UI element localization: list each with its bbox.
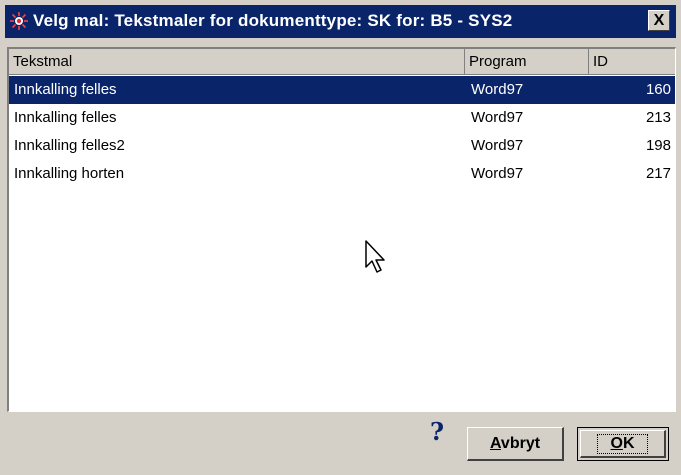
ok-button[interactable]: OK [577,427,669,461]
list-row[interactable]: Innkalling horten Word97 217 [9,160,675,188]
column-header-id[interactable]: ID [589,49,676,74]
template-select-dialog: Velg mal: Tekstmaler for dokumenttype: S… [0,0,681,475]
close-button[interactable]: X [648,10,670,31]
mouse-pointer-icon [365,240,385,273]
row-id: 213 [645,109,671,126]
row-name: Innkalling felles [14,109,117,126]
row-program: Word97 [471,137,524,154]
list-header: Tekstmal Program ID [9,49,675,75]
list-rows: Innkalling felles Word97 160 Innkalling … [9,76,675,188]
row-name: Innkalling felles2 [14,137,125,154]
column-header-tekstmal[interactable]: Tekstmal [9,49,465,74]
row-program: Word97 [471,109,524,126]
ok-button-face: OK [580,430,666,458]
row-id: 217 [645,165,671,182]
column-header-label: Tekstmal [13,53,73,70]
button-bar: ? Avbryt OK [7,413,676,471]
list-row[interactable]: Innkalling felles2 Word97 198 [9,132,675,160]
row-name: Innkalling felles [14,81,117,98]
ok-button-label: OK [597,433,648,454]
cancel-button-label: Avbryt [489,434,541,452]
template-list[interactable]: Tekstmal Program ID Innkalling felles Wo… [7,47,676,412]
window-title: Velg mal: Tekstmaler for dokumenttype: S… [33,11,513,30]
column-header-program[interactable]: Program [465,49,589,74]
row-program: Word97 [471,81,524,98]
column-header-label: ID [593,53,608,70]
app-icon [10,12,28,30]
help-icon[interactable]: ? [430,417,444,446]
list-row[interactable]: Innkalling felles Word97 160 [9,76,675,104]
row-program: Word97 [471,165,524,182]
row-name: Innkalling horten [14,165,125,182]
row-id: 160 [645,81,671,98]
row-id: 198 [645,137,671,154]
cancel-button[interactable]: Avbryt [467,427,564,461]
close-icon: X [653,11,665,29]
column-header-label: Program [469,53,527,70]
list-row[interactable]: Innkalling felles Word97 213 [9,104,675,132]
title-bar[interactable]: Velg mal: Tekstmaler for dokumenttype: S… [5,5,676,38]
